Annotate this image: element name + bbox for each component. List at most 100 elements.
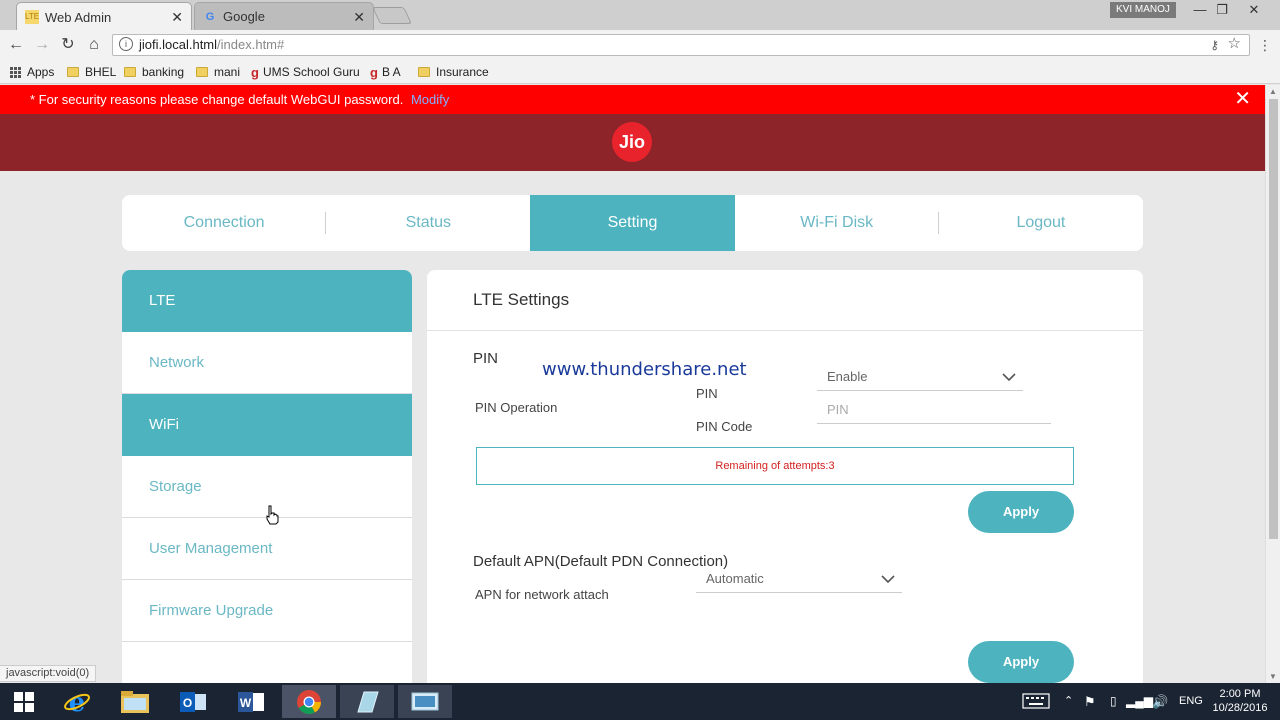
folder-icon	[124, 67, 136, 77]
menu-icon[interactable]: ⋮	[1258, 37, 1272, 54]
apps-grid-icon	[10, 66, 21, 78]
bookmark-banking[interactable]: banking	[124, 64, 184, 80]
internet-explorer-taskbar-icon[interactable]: e	[50, 685, 104, 718]
page-title: LTE Settings	[473, 290, 570, 309]
screen-app-taskbar-icon[interactable]	[398, 685, 452, 718]
tab-close-icon[interactable]: ✕	[171, 9, 183, 26]
svg-text:O: O	[183, 696, 192, 710]
bookmark-label: Insurance	[436, 65, 489, 79]
key-icon[interactable]: ⚷	[1210, 35, 1219, 55]
sidebar-item-lte[interactable]: LTE	[122, 270, 412, 332]
apn-label: APN for network attach	[475, 587, 609, 602]
main-nav: Connection Status Setting Wi-Fi Disk Log…	[122, 195, 1143, 251]
bookmark-star-icon[interactable]: ☆	[1228, 34, 1241, 54]
forward-icon[interactable]: →	[32, 35, 52, 55]
tab-connection[interactable]: Connection	[122, 195, 327, 251]
scrollbar-thumb[interactable]	[1269, 99, 1278, 539]
tab-title: Google	[223, 9, 265, 24]
jio-logo: Jio	[612, 122, 652, 162]
pin-apply-button[interactable]: Apply	[968, 491, 1074, 533]
tab-status[interactable]: Status	[326, 195, 530, 251]
tray-expand-icon[interactable]: ⌃	[1064, 683, 1073, 720]
pin-code-placeholder: PIN	[827, 402, 849, 417]
address-bar[interactable]: i jiofi.local.html/index.htm# ⚷ ☆	[112, 34, 1250, 56]
title-divider	[427, 330, 1143, 331]
keyboard-icon[interactable]	[1022, 693, 1050, 709]
folder-icon	[67, 67, 79, 77]
bookmark-label: Apps	[27, 65, 55, 79]
tab-logout[interactable]: Logout	[939, 195, 1143, 251]
url-host: jiofi.local.html	[139, 37, 218, 52]
clock-time: 2:00 PM	[1219, 688, 1261, 700]
alert-text: * For security reasons please change def…	[30, 92, 404, 107]
tab-close-icon[interactable]: ✕	[353, 9, 365, 26]
folder-icon	[121, 690, 149, 713]
taskbar-clock[interactable]: 2:00 PM 10/28/2016	[1208, 687, 1272, 715]
hand-cursor-icon	[266, 505, 279, 525]
volume-icon[interactable]: 🔊	[1152, 683, 1168, 720]
tab-setting[interactable]: Setting	[530, 195, 735, 251]
google-favicon-icon: G	[205, 10, 215, 23]
network-icon[interactable]: ▂▄▆	[1126, 683, 1153, 720]
file-explorer-taskbar-icon[interactable]	[108, 685, 162, 718]
back-icon[interactable]: ←	[6, 35, 26, 55]
bookmark-b-a[interactable]: g B A	[370, 64, 401, 80]
url-path: /index.htm#	[217, 37, 285, 52]
profile-button[interactable]: KVI MANOJ	[1110, 2, 1176, 18]
tab-google[interactable]: G Google ✕	[194, 2, 374, 30]
chrome-icon	[297, 689, 321, 714]
pin-select[interactable]: Enable	[817, 365, 1023, 391]
windows-taskbar: e O W ⌃ ⚑ ▯ ▂▄▆ 🔊 ENG 2:00 PM 10/28/2016	[0, 683, 1280, 720]
language-indicator[interactable]: ENG	[1179, 683, 1203, 720]
start-button[interactable]	[0, 685, 48, 718]
browser-toolbar: ← → ↻ ⌂ i jiofi.local.html/index.htm# ⚷ …	[0, 30, 1280, 60]
tab-wifi-disk[interactable]: Wi-Fi Disk	[735, 195, 940, 251]
pin-code-input[interactable]: PIN	[817, 398, 1051, 424]
modify-link[interactable]: Modify	[411, 92, 449, 107]
bookmark-insurance[interactable]: Insurance	[418, 64, 489, 80]
bookmark-bhel[interactable]: BHEL	[67, 64, 116, 80]
bookmark-ums-school-guru[interactable]: g UMS School Guru	[251, 64, 360, 80]
sidebar-item-wifi[interactable]: WiFi	[122, 394, 412, 456]
pin-code-label: PIN Code	[696, 419, 753, 434]
tab-title: Web Admin	[45, 9, 112, 25]
page-scrollbar[interactable]: ▲ ▼	[1265, 85, 1280, 683]
notepad-icon	[357, 691, 379, 712]
tab-web-admin[interactable]: LTE Web Admin ✕	[16, 2, 192, 31]
bookmark-mani[interactable]: mani	[196, 64, 240, 80]
sidebar-item-user-management[interactable]: User Management	[122, 518, 412, 580]
browser-tab-strip: LTE Web Admin ✕ G Google ✕ KVI MANOJ — ❐…	[0, 0, 1280, 31]
new-tab-button[interactable]	[372, 7, 412, 24]
word-taskbar-icon[interactable]: W	[224, 685, 278, 718]
ums-logo-icon: g	[251, 64, 259, 80]
lte-favicon-icon: LTE	[25, 10, 39, 24]
battery-icon[interactable]: ▯	[1110, 683, 1117, 720]
word-icon: W	[238, 691, 264, 712]
bookmark-label: UMS School Guru	[262, 65, 360, 79]
browser-status-bar: javascript:void(0)	[0, 665, 97, 682]
sidebar-item-firmware-upgrade[interactable]: Firmware Upgrade	[122, 580, 412, 642]
reload-icon[interactable]: ↻	[58, 35, 78, 55]
window-close-icon[interactable]: ✕	[1240, 0, 1268, 20]
bookmark-apps[interactable]: Apps	[10, 64, 54, 80]
scroll-up-icon[interactable]: ▲	[1269, 87, 1277, 96]
settings-sidebar: LTE Network WiFi Storage User Management…	[122, 270, 412, 683]
bookmark-label: BHEL	[85, 65, 117, 79]
sidebar-item-network[interactable]: Network	[122, 332, 412, 394]
ie-icon: e	[64, 688, 90, 716]
bookmarks-bar: Apps BHEL banking mani g UMS School Guru…	[0, 60, 1280, 84]
apn-section-title: Default APN(Default PDN Connection)	[473, 553, 729, 570]
apn-apply-button[interactable]: Apply	[968, 641, 1074, 683]
home-icon[interactable]: ⌂	[84, 35, 104, 55]
security-alert-banner: * For security reasons please change def…	[0, 85, 1265, 114]
chrome-taskbar-icon[interactable]	[282, 685, 336, 718]
outlook-taskbar-icon[interactable]: O	[166, 685, 220, 718]
alert-close-icon[interactable]: ✕	[1234, 85, 1251, 114]
apn-select[interactable]: Automatic	[696, 567, 902, 593]
info-icon[interactable]: i	[119, 37, 133, 51]
flag-icon[interactable]: ⚑	[1084, 683, 1096, 720]
folder-icon	[418, 67, 430, 77]
scroll-down-icon[interactable]: ▼	[1269, 672, 1277, 681]
restore-icon[interactable]: ❐	[1208, 0, 1236, 20]
app-taskbar-icon[interactable]	[340, 685, 394, 718]
